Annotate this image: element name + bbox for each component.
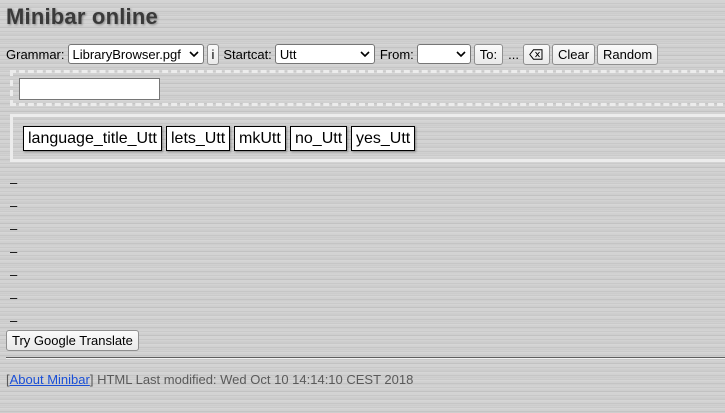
page-title: Minibar online <box>6 4 158 29</box>
chevron-down-icon <box>456 51 466 58</box>
footer: [About Minibar] HTML Last modified: Wed … <box>6 372 413 387</box>
grammar-select[interactable]: LibraryBrowser.pgf <box>67 44 204 64</box>
translation-line: – <box>10 313 18 328</box>
from-label: From: <box>379 46 414 62</box>
grammar-label: Grammar: <box>6 46 65 62</box>
word-suggestion[interactable]: lets_Utt <box>166 126 231 151</box>
word-suggestion[interactable]: language_title_Utt <box>23 126 162 151</box>
backspace-icon <box>529 48 543 60</box>
google-translate-button[interactable]: Try Google Translate <box>6 330 139 351</box>
clear-button[interactable]: Clear <box>551 43 596 65</box>
startcat-label: Startcat: <box>223 46 272 62</box>
startcat-select[interactable]: Utt <box>274 44 375 64</box>
grammar-info-button[interactable]: i <box>206 43 220 65</box>
translation-line: – <box>10 290 18 305</box>
toolbar: Grammar: LibraryBrowser.pgf i Startcat: … <box>6 43 660 65</box>
translation-line: – <box>10 198 18 213</box>
last-modified-text: HTML Last modified: Wed Oct 10 14:14:10 … <box>93 372 414 387</box>
to-language-text: ... <box>508 46 519 62</box>
about-minibar-link[interactable]: About Minibar <box>10 372 90 387</box>
from-select[interactable] <box>416 44 471 64</box>
translation-line: – <box>10 221 18 236</box>
chevron-down-icon <box>188 51 199 58</box>
word-suggestion[interactable]: yes_Utt <box>351 126 416 151</box>
to-button[interactable]: To: <box>473 43 504 65</box>
word-suggestion[interactable]: no_Utt <box>290 126 348 151</box>
translation-line: – <box>10 244 18 259</box>
translation-line: – <box>10 175 18 190</box>
startcat-select-value: Utt <box>279 46 297 62</box>
word-suggestion[interactable]: mkUtt <box>234 126 286 151</box>
word-input[interactable] <box>19 78 160 100</box>
grammar-select-value: LibraryBrowser.pgf <box>72 46 181 62</box>
footer-divider <box>6 357 725 359</box>
random-button[interactable]: Random <box>597 43 659 65</box>
backspace-button[interactable] <box>522 43 550 65</box>
chevron-down-icon <box>360 51 370 58</box>
translation-line: – <box>10 267 18 282</box>
